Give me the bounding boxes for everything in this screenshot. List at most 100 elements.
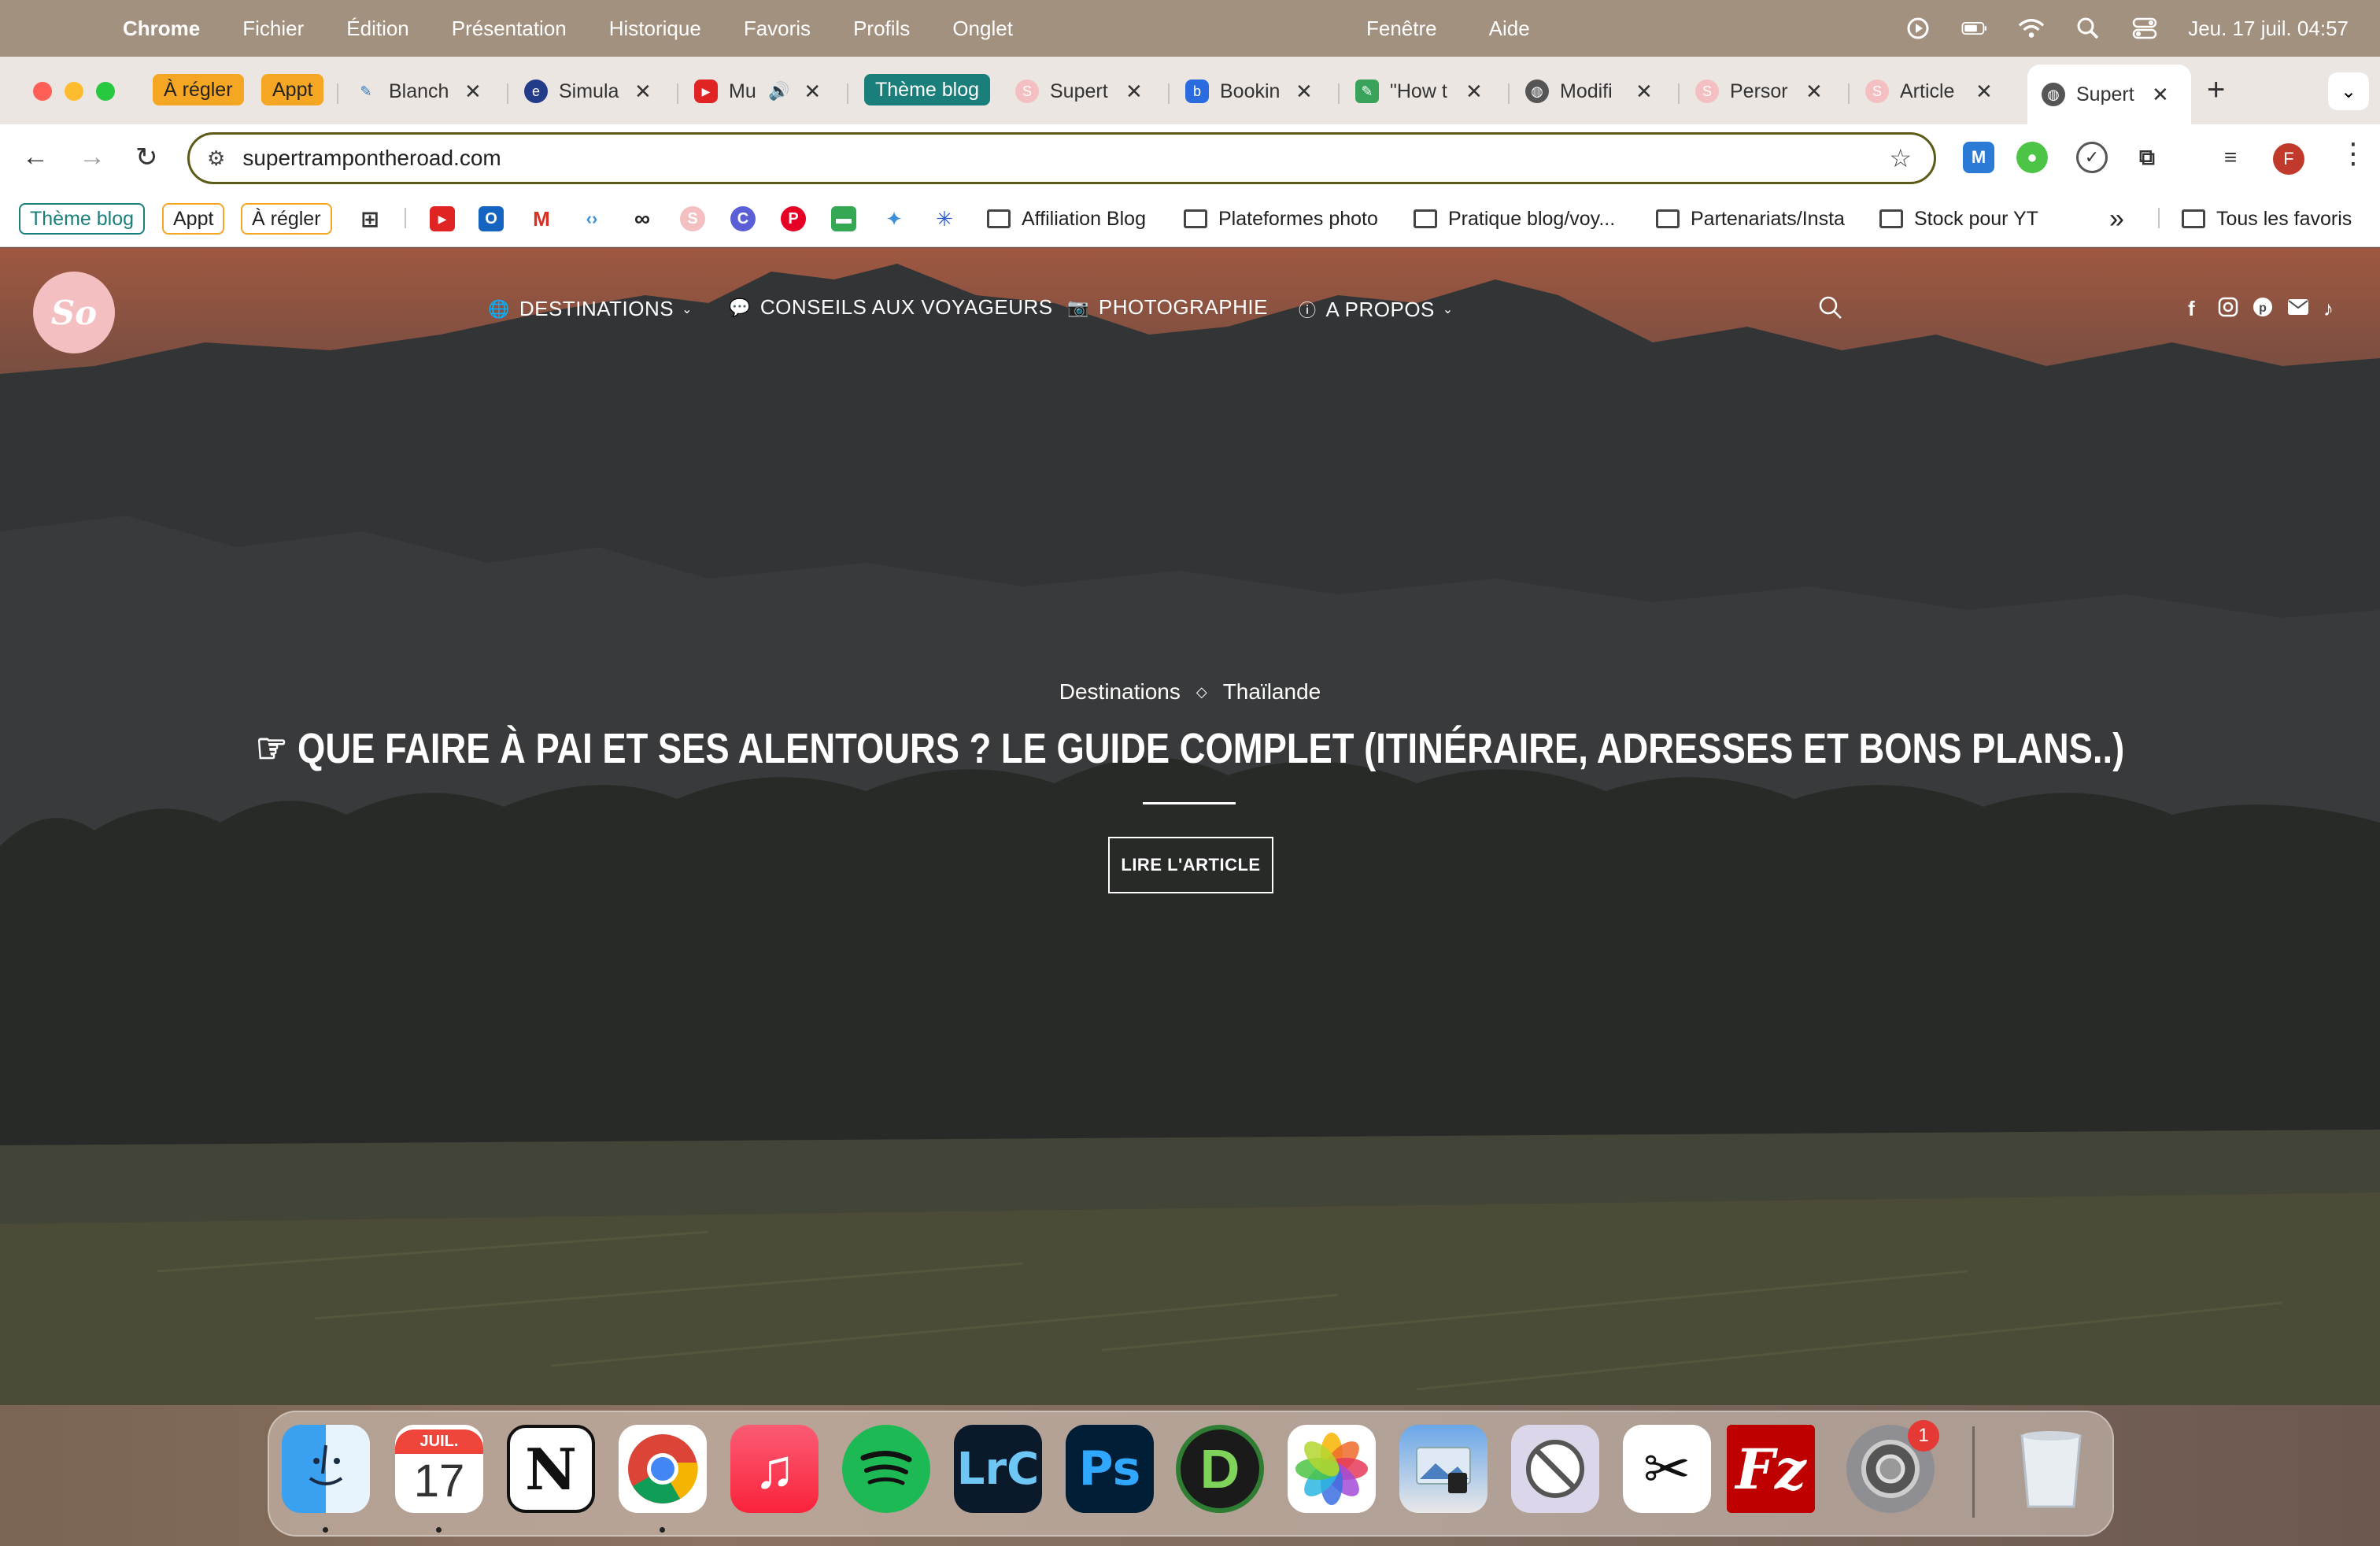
site-search-icon[interactable] <box>1818 295 1843 327</box>
wifi-icon[interactable] <box>2018 17 2045 40</box>
mail-extension-icon[interactable]: M <box>1963 142 1994 173</box>
menu-aide[interactable]: Aide <box>1489 17 1530 41</box>
lightroom-icon[interactable]: LrC <box>954 1425 1042 1513</box>
minimize-window-button[interactable] <box>65 82 83 101</box>
calendar-icon[interactable]: JUIL. 17 <box>395 1425 483 1513</box>
email-icon[interactable] <box>2287 297 2309 321</box>
bookmark-folder-stock-yt[interactable]: Stock pour YT <box>1879 203 2038 235</box>
menu-favoris[interactable]: Favoris <box>744 17 811 41</box>
new-tab-button[interactable]: + <box>2207 72 2225 108</box>
all-bookmarks-folder[interactable]: Tous les favoris <box>2182 203 2352 235</box>
play-circle-icon[interactable] <box>1905 17 1931 40</box>
bookmark-folder-affiliation[interactable]: Affiliation Blog <box>987 203 1146 235</box>
menu-historique[interactable]: Historique <box>609 17 701 41</box>
tab-group-theme-blog[interactable]: Thème blog <box>864 74 991 105</box>
trash-icon[interactable] <box>2007 1425 2095 1513</box>
tab-supert-active[interactable]: ◍ Supert ✕ <box>2027 65 2191 124</box>
menu-clock[interactable]: Jeu. 17 juil. 04:57 <box>2188 17 2349 41</box>
photoshop-icon[interactable]: Ps <box>1066 1425 1154 1513</box>
media-control-icon[interactable]: ≡ <box>2215 142 2246 173</box>
more-bookmarks-chevron-icon[interactable]: » <box>2109 203 2124 235</box>
nav-a-propos[interactable]: ⓘ A PROPOS ⌄ <box>1299 297 1454 322</box>
tab-group-a-regler[interactable]: À régler <box>153 74 244 105</box>
tab-article[interactable]: S Article ✕ <box>1865 66 2009 117</box>
battery-icon[interactable] <box>1961 17 1988 40</box>
tab-booking[interactable]: b Bookin ✕ <box>1185 66 1329 117</box>
close-tab-icon[interactable]: ✕ <box>1465 80 1483 104</box>
dxo-icon[interactable]: D <box>1176 1425 1264 1513</box>
pinterest-bookmark-icon[interactable]: P <box>781 206 806 231</box>
music-icon[interactable]: ♫ <box>730 1425 819 1513</box>
site-logo[interactable]: So <box>33 272 115 353</box>
article-headline[interactable]: ☞ QUE FAIRE À PAI ET SES ALENTOURS ? LE … <box>190 723 2190 773</box>
tab-modifier[interactable]: ◍ Modifi ✕ <box>1525 66 1669 117</box>
menu-fichier[interactable]: Fichier <box>242 17 304 41</box>
bookmark-star-icon[interactable]: ☆ <box>1889 143 1912 173</box>
spotify-icon[interactable] <box>842 1425 930 1513</box>
site-info-icon[interactable]: ⚙ <box>207 146 225 171</box>
capcut-icon[interactable]: ✂ <box>1623 1425 1711 1513</box>
bookmark-group-a-regler[interactable]: À régler <box>241 203 332 235</box>
chrome-menu-icon[interactable]: ⋮ <box>2339 137 2367 170</box>
address-bar[interactable]: ⚙ ☆ <box>187 132 1936 184</box>
spotlight-search-icon[interactable] <box>2075 17 2101 40</box>
finder-icon[interactable] <box>282 1425 370 1513</box>
forward-arrow-icon[interactable]: → <box>79 142 105 172</box>
tiktok-icon[interactable]: ♪ <box>2323 297 2334 321</box>
photos-icon[interactable] <box>1288 1425 1376 1513</box>
profile-avatar[interactable]: F <box>2273 143 2304 175</box>
tab-simula[interactable]: e Simula ✕ <box>524 66 667 117</box>
preview-icon[interactable] <box>1399 1425 1488 1513</box>
apps-grid-icon[interactable]: ⊞ <box>357 206 382 231</box>
tab-how-to[interactable]: ✎ "How t ✕ <box>1355 66 1499 117</box>
tab-music[interactable]: ▶ Mu 🔊 ✕ <box>694 66 837 117</box>
menu-app-name[interactable]: Chrome <box>123 17 200 41</box>
close-tab-icon[interactable]: ✕ <box>634 80 652 104</box>
fullscreen-window-button[interactable] <box>96 82 115 101</box>
pinterest-icon[interactable]: p <box>2252 297 2273 323</box>
control-center-icon[interactable] <box>2131 17 2158 40</box>
close-tab-icon[interactable]: ✕ <box>1635 80 1653 104</box>
nav-photographie[interactable]: 📷 PHOTOGRAPHIE <box>1067 295 1268 320</box>
back-arrow-icon[interactable]: ← <box>22 142 49 172</box>
facebook-icon[interactable]: f <box>2188 297 2195 321</box>
filezilla-icon[interactable]: Fz <box>1727 1425 1815 1513</box>
tab-group-appt[interactable]: Appt <box>261 74 324 105</box>
green-extension-icon[interactable]: ● <box>2016 142 2048 173</box>
close-tab-icon[interactable]: ✕ <box>2152 83 2169 107</box>
close-window-button[interactable] <box>33 82 52 101</box>
breadcrumb-thailande[interactable]: Thaïlande <box>1223 679 1321 704</box>
video-app-icon[interactable] <box>1511 1425 1599 1513</box>
bookmark-folder-pratique[interactable]: Pratique blog/voy... <box>1414 203 1615 235</box>
blocker-extension-icon[interactable]: ✓ <box>2076 142 2108 173</box>
tab-search-button[interactable]: ⌄ <box>2328 72 2369 110</box>
nav-destinations[interactable]: 🌐 DESTINATIONS ⌄ <box>488 297 693 321</box>
close-tab-icon[interactable]: ✕ <box>1125 80 1143 104</box>
infinity-bookmark-icon[interactable]: ∞ <box>630 206 655 231</box>
menu-edition[interactable]: Édition <box>346 17 409 41</box>
reload-icon[interactable]: ↻ <box>135 142 158 173</box>
canva-bookmark-icon[interactable]: C <box>730 206 756 231</box>
extensions-puzzle-icon[interactable]: ⧉ <box>2131 142 2163 173</box>
bookmark-folder-partenariats[interactable]: Partenariats/Insta <box>1656 203 1845 235</box>
gmail-bookmark-icon[interactable]: M <box>529 206 554 231</box>
outlook-bookmark-icon[interactable]: O <box>479 206 504 231</box>
bookmark-folder-plateformes[interactable]: Plateformes photo <box>1184 203 1378 235</box>
tab-personnaliser[interactable]: S Persor ✕ <box>1695 66 1839 117</box>
menu-profils[interactable]: Profils <box>853 17 910 41</box>
url-input[interactable] <box>242 146 1739 171</box>
bookmark-group-theme-blog[interactable]: Thème blog <box>19 203 146 235</box>
notion-icon[interactable]: N <box>507 1425 595 1513</box>
youtube-bookmark-icon[interactable]: ▶ <box>430 206 455 231</box>
site-bookmark-icon[interactable]: S <box>680 206 705 231</box>
menu-onglet[interactable]: Onglet <box>952 17 1013 41</box>
close-tab-icon[interactable]: ✕ <box>1975 80 1993 104</box>
instagram-icon[interactable] <box>2218 297 2238 323</box>
chrome-icon[interactable] <box>619 1425 707 1513</box>
close-tab-icon[interactable]: ✕ <box>804 80 821 104</box>
close-tab-icon[interactable]: ✕ <box>1295 80 1313 104</box>
tab-blanch[interactable]: ✎ Blanch ✕ <box>354 66 497 117</box>
close-tab-icon[interactable]: ✕ <box>1805 80 1823 104</box>
sparkle-bookmark-icon[interactable]: ✳ <box>932 206 957 231</box>
bookmark-group-appt[interactable]: Appt <box>162 203 225 235</box>
